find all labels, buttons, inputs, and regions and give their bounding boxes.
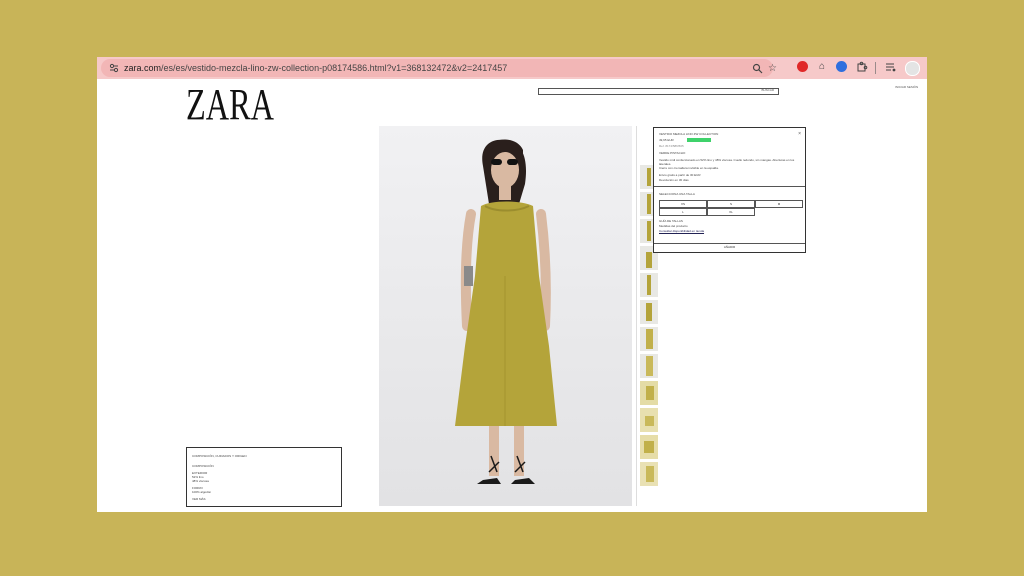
returns-info: Devolución en 30 días	[659, 178, 689, 182]
model-photo	[379, 126, 632, 506]
measurements-link[interactable]: Medidas del producto	[659, 224, 688, 228]
url-text[interactable]: zara.com/es/es/vestido-mezcla-lino-zw-co…	[124, 62, 507, 74]
address-bar: zara.com/es/es/vestido-mezcla-lino-zw-co…	[97, 57, 927, 79]
avatar-icon[interactable]	[905, 61, 920, 76]
tune-icon[interactable]	[109, 63, 119, 73]
logo-text: ZARA	[186, 83, 274, 123]
search-button[interactable]: BUSCAR	[761, 88, 774, 93]
login-link[interactable]: INICIAR SESIÓN	[895, 85, 918, 89]
zara-logo[interactable]: ZARA	[186, 83, 274, 123]
availability-link[interactable]: Consultar disponibilidad en tienda	[659, 229, 704, 233]
search-input[interactable]: BUSCAR	[538, 88, 779, 95]
add-to-cart-button[interactable]: AÑADIR	[654, 243, 805, 252]
product-description-2: Cierre con cremallera invisible en la es…	[659, 166, 719, 170]
thumbnail[interactable]	[640, 354, 658, 378]
size-option[interactable]: XL	[707, 208, 755, 216]
extension-icon[interactable]	[797, 61, 808, 72]
extension-icon[interactable]	[836, 61, 847, 72]
composition-heading: COMPOSICIÓN, CUIDADOS Y ORIGEN	[192, 454, 247, 458]
thumbnail[interactable]	[640, 381, 658, 405]
size-option[interactable]: XS	[659, 200, 707, 208]
size-prompt: SELECCIONA UNA TALLA	[659, 192, 695, 196]
thumbnail[interactable]	[640, 462, 658, 486]
size-guide-link[interactable]: GUÍA DE TALLAS	[659, 219, 683, 223]
composition-panel: COMPOSICIÓN, CUIDADOS Y ORIGEN COMPOSICI…	[186, 447, 342, 507]
composition-subheading: COMPOSICIÓN	[192, 464, 214, 468]
product-price: 49,95 EUR	[659, 138, 674, 142]
thumbnail[interactable]	[640, 327, 658, 351]
size-option[interactable]: L	[659, 208, 707, 216]
thumbnail[interactable]	[640, 408, 658, 432]
image-divider	[636, 126, 637, 506]
close-icon[interactable]: ×	[798, 132, 801, 137]
url-path: /es/es/vestido-mezcla-lino-zw-collection…	[161, 63, 508, 73]
product-main-image[interactable]	[379, 126, 632, 506]
browser-window: zara.com/es/es/vestido-mezcla-lino-zw-co…	[97, 57, 927, 512]
extension-icon[interactable]: ⌂	[816, 61, 828, 73]
price-badge	[687, 138, 711, 142]
see-more-link[interactable]: VER MÁS	[192, 497, 206, 501]
thumbnail[interactable]	[640, 300, 658, 324]
thumbnail[interactable]	[640, 435, 658, 459]
size-option[interactable]: S	[707, 200, 755, 208]
shipping-info: Envío gratis a partir de 30 EUR	[659, 173, 701, 177]
thumbnail[interactable]	[640, 273, 658, 297]
composition-line: 100% algodón	[192, 490, 212, 494]
zoom-icon[interactable]	[752, 63, 763, 74]
omnibox[interactable]: zara.com/es/es/vestido-mezcla-lino-zw-co…	[101, 59, 777, 77]
product-description: Vestido midi confeccionado en 52% lino y…	[659, 158, 795, 166]
size-option[interactable]: M	[755, 200, 803, 208]
product-ref: Ref. 8174/586/505	[659, 144, 684, 148]
url-domain: zara.com	[124, 63, 162, 73]
star-icon[interactable]: ☆	[767, 63, 778, 74]
product-info-panel: VESTIDO MEZCLA LINO ZW COLLECTION × 49,9…	[653, 127, 806, 253]
composition-line: 48% viscosa	[192, 479, 209, 483]
puzzle-icon[interactable]	[856, 61, 868, 73]
divider	[654, 186, 805, 187]
product-name: VESTIDO MEZCLA LINO ZW COLLECTION	[659, 132, 719, 136]
media-control-icon[interactable]	[885, 61, 897, 73]
toolbar-separator	[875, 62, 876, 74]
color-label: VERDE PISTACHO	[659, 151, 686, 155]
